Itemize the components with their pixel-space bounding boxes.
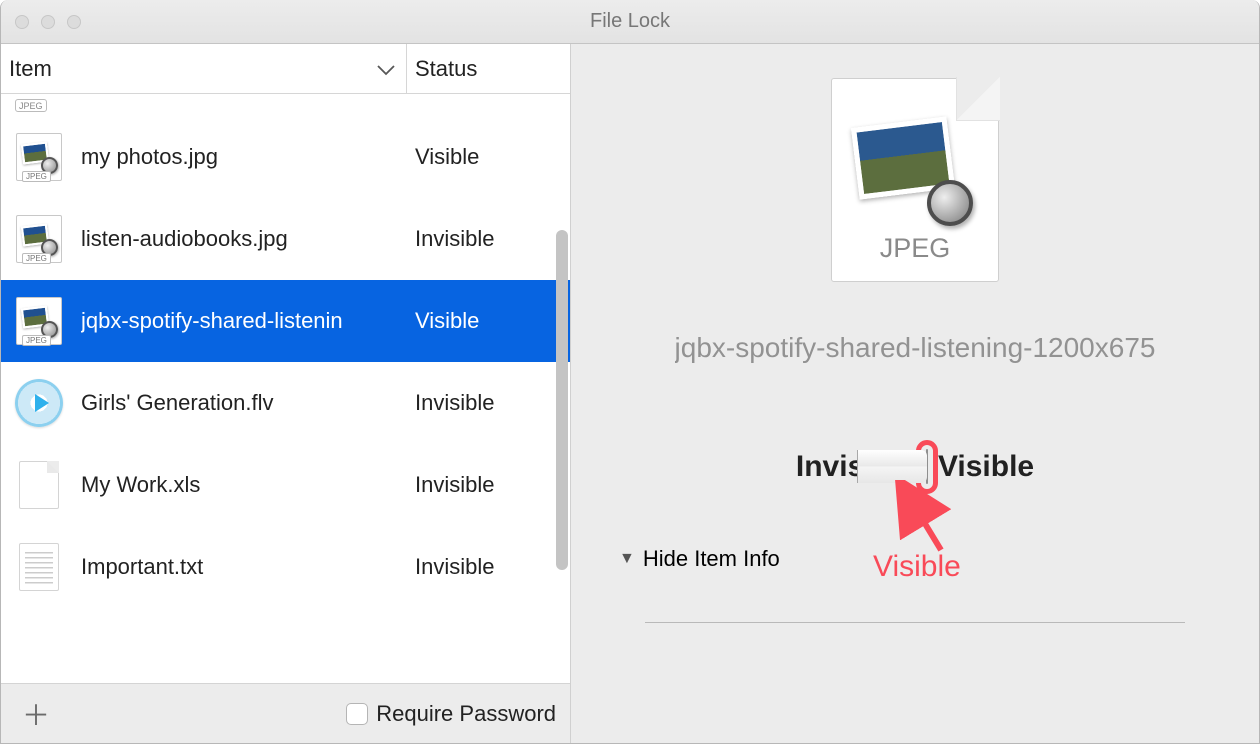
sort-chevron-icon <box>376 56 396 82</box>
close-icon[interactable] <box>15 15 29 29</box>
window-controls <box>1 15 81 29</box>
add-button[interactable]: ＋ <box>15 694 57 734</box>
list-item[interactable]: My Work.xls Invisible <box>1 444 570 526</box>
item-status: Invisible <box>405 390 570 416</box>
app-window: File Lock Item Status JPEG <box>0 0 1260 744</box>
window-title: File Lock <box>1 10 1259 33</box>
visibility-switch[interactable] <box>926 449 928 484</box>
jpeg-file-icon: JPEG <box>15 297 63 345</box>
jpeg-file-icon: JPEG <box>15 215 63 263</box>
item-name: Important.txt <box>81 554 405 580</box>
require-password-checkbox[interactable] <box>346 703 368 725</box>
file-list-panel: Item Status JPEG JPEG my photos.jpg <box>1 44 571 743</box>
preview-panel: JPEG jqbx-spotify-shared-listening-1200x… <box>571 44 1259 743</box>
generic-file-icon <box>15 461 63 509</box>
item-name: Girls' Generation.flv <box>81 390 405 416</box>
item-status: Visible <box>405 308 570 334</box>
filetype-tag: JPEG <box>15 99 47 112</box>
scrollbar-thumb[interactable] <box>556 230 568 570</box>
require-password-option[interactable]: Require Password <box>346 701 556 727</box>
hide-item-info-label: Hide Item Info <box>643 546 780 572</box>
item-status: Invisible <box>405 226 570 252</box>
preview-file-name: jqbx-spotify-shared-listening-1200x675 <box>675 332 1156 364</box>
visibility-switch-row: Invisible Visible <box>796 440 1034 494</box>
annotation-callout-text: Visible <box>873 550 961 584</box>
item-status: Invisible <box>405 554 570 580</box>
text-file-icon <box>15 543 63 591</box>
item-name: jqbx-spotify-shared-listenin <box>81 308 405 334</box>
list-item[interactable]: JPEG my photos.jpg Visible <box>1 116 570 198</box>
item-status: Invisible <box>405 472 570 498</box>
list-item[interactable]: Girls' Generation.flv Invisible <box>1 362 570 444</box>
flv-file-icon <box>15 379 63 427</box>
list-item-selected[interactable]: JPEG jqbx-spotify-shared-listenin Visibl… <box>1 280 570 362</box>
annotation-highlight-box <box>916 440 938 494</box>
disclosure-triangle-icon: ▼ <box>619 550 635 568</box>
main-split: Item Status JPEG JPEG my photos.jpg <box>1 44 1259 743</box>
column-header-status[interactable]: Status <box>407 56 570 82</box>
file-list[interactable]: JPEG JPEG my photos.jpg Visible JPEG lis… <box>1 94 570 683</box>
item-status: Visible <box>405 144 570 170</box>
jpeg-file-icon: JPEG <box>15 133 63 181</box>
left-footer: ＋ Require Password <box>1 683 570 743</box>
separator <box>645 622 1185 623</box>
zoom-icon[interactable] <box>67 15 81 29</box>
column-headers: Item Status <box>1 44 570 94</box>
visible-label: Visible <box>938 450 1034 484</box>
preview-file-icon: JPEG <box>831 78 999 282</box>
item-name: listen-audiobooks.jpg <box>81 226 405 252</box>
minimize-icon[interactable] <box>41 15 55 29</box>
titlebar: File Lock <box>1 0 1259 44</box>
column-header-item-label: Item <box>9 56 52 82</box>
hide-item-info-toggle[interactable]: ▼ Hide Item Info <box>619 546 780 572</box>
list-item[interactable]: JPEG listen-audiobooks.jpg Invisible <box>1 198 570 280</box>
item-name: My Work.xls <box>81 472 405 498</box>
preview-file-type: JPEG <box>831 233 999 264</box>
list-item[interactable]: Important.txt Invisible <box>1 526 570 608</box>
switch-knob[interactable] <box>926 450 927 483</box>
column-header-item[interactable]: Item <box>1 44 407 93</box>
require-password-label: Require Password <box>376 701 556 727</box>
list-item-partial: JPEG <box>1 94 570 116</box>
item-name: my photos.jpg <box>81 144 405 170</box>
